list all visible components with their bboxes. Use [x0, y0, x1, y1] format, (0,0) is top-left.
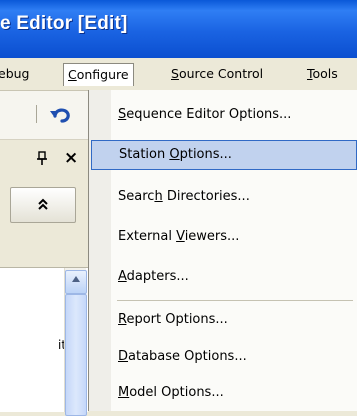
menu-bar: ebug Configure Source Control Tools: [0, 58, 357, 91]
menu-source-control-label: ource Control: [178, 66, 264, 81]
pane-spacer: [0, 225, 88, 265]
arrow-up-icon: [72, 276, 80, 282]
menu-icon-gutter: [89, 90, 111, 411]
menu-separator: [117, 300, 353, 301]
menu-item-search-directories[interactable]: Search Directories...: [114, 182, 353, 212]
menu-item-report-options[interactable]: Report Options...: [114, 305, 353, 335]
menu-item-station-options[interactable]: Station Options...: [91, 140, 357, 170]
menu-item-label: Report Options...: [118, 312, 228, 327]
menu-item-label: Search Directories...: [118, 189, 250, 204]
menu-item-label: Model Options...: [118, 385, 224, 400]
scroll-thumb[interactable]: [65, 294, 87, 416]
pane-list: it: [0, 267, 88, 416]
menu-tools-label: ools: [312, 66, 338, 81]
menu-item-adapters[interactable]: Adapters...: [114, 262, 353, 292]
menu-item-model-options[interactable]: Model Options...: [114, 378, 353, 408]
pane-toolbar: [0, 91, 88, 140]
menu-item-label: External Viewers...: [118, 229, 240, 244]
menu-configure-accel: C: [68, 67, 77, 82]
pin-icon[interactable]: [36, 151, 48, 167]
double-chevron-up-icon: [38, 198, 48, 210]
menu-item-label: Sequence Editor Options...: [118, 107, 292, 122]
menu-item-label: Adapters...: [118, 269, 189, 284]
menu-item-label: Database Options...: [118, 349, 247, 364]
undo-icon[interactable]: [48, 101, 74, 127]
pane-header: ×: [0, 140, 88, 180]
menu-source-control-accel: S: [171, 66, 179, 81]
menu-source-control[interactable]: Source Control: [171, 64, 263, 84]
menu-item-external-viewers[interactable]: External Viewers...: [114, 222, 353, 252]
window-title: e Editor [Edit]: [0, 13, 128, 34]
title-bar: e Editor [Edit]: [0, 0, 357, 58]
menu-item-label: Station Options...: [119, 147, 232, 162]
collapse-button[interactable]: [10, 187, 76, 223]
toolbar-separator: [36, 105, 37, 123]
scroll-up-button[interactable]: [65, 270, 87, 294]
menu-configure-label: onfigure: [76, 67, 129, 82]
menu-configure[interactable]: Configure: [63, 63, 134, 86]
menu-debug[interactable]: ebug: [0, 64, 29, 84]
close-icon[interactable]: ×: [64, 148, 78, 168]
configure-menu: Sequence Editor Options... Station Optio…: [88, 90, 357, 411]
vertical-scrollbar[interactable]: [64, 268, 87, 416]
menu-debug-label: ebug: [0, 66, 30, 81]
menu-item-database-options[interactable]: Database Options...: [114, 342, 353, 372]
menu-item-sequence-editor-options[interactable]: Sequence Editor Options...: [114, 100, 353, 130]
menu-tools[interactable]: Tools: [307, 64, 338, 84]
left-pane: × it: [0, 91, 88, 416]
